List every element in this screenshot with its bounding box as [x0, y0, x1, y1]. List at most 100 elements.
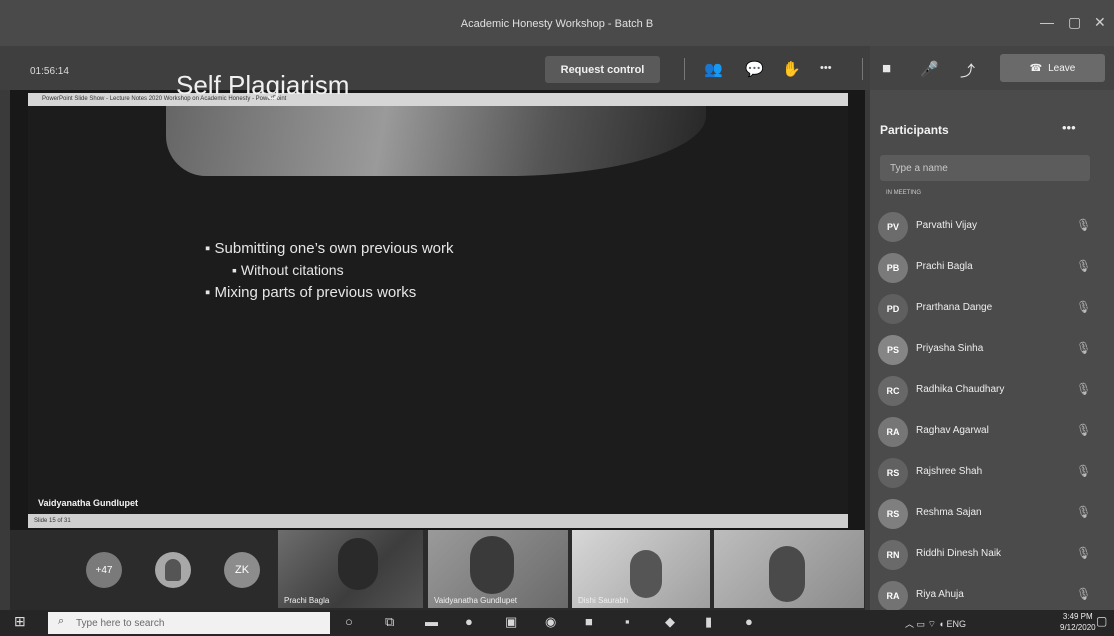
toolbar-divider	[862, 58, 863, 80]
slide	[28, 106, 848, 514]
tray-chevron-icon[interactable]: ︿	[905, 619, 914, 629]
participant-row[interactable]: RA Riya Ahuja 🎙	[878, 579, 1098, 613]
muted-mic-icon: 🎙	[1076, 382, 1092, 396]
participant-avatar: PB	[878, 253, 908, 283]
volume-icon[interactable]: ◖	[939, 619, 944, 629]
participant-row[interactable]: RS Reshma Sajan 🎙	[878, 497, 1098, 531]
participants-icon[interactable]: 👥	[704, 60, 723, 78]
participant-name: Prachi Bagla	[916, 261, 973, 272]
video-tile-name: Prachi Bagla	[284, 596, 330, 605]
slide-decoration	[166, 106, 706, 176]
muted-mic-icon: 🎙	[1076, 587, 1092, 601]
video-tile[interactable]: Prachi Bagla	[278, 530, 423, 608]
system-tray: ︿ ▭ ⌔ ◖ ENG	[905, 617, 966, 630]
leave-button[interactable]: ☎ Leave	[1000, 54, 1105, 82]
mic-icon[interactable]: 🎤	[920, 60, 939, 78]
close-button[interactable]: ✕	[1094, 14, 1106, 31]
participant-avatar: RS	[878, 499, 908, 529]
muted-mic-icon: 🎙	[1076, 218, 1092, 232]
participant-avatar: RA	[878, 581, 908, 611]
video-tile-name: Dishi Saurabh	[578, 596, 629, 605]
participant-name: Parvathi Vijay	[916, 220, 977, 231]
participant-row[interactable]: PB Prachi Bagla 🎙	[878, 251, 1098, 285]
participant-avatar-zk[interactable]: ZK	[224, 552, 260, 588]
participant-search-input[interactable]	[880, 155, 1090, 181]
battery-icon[interactable]: ▭	[917, 619, 926, 629]
teams-icon[interactable]: ◆	[665, 614, 675, 630]
chat-icon[interactable]: 💬	[745, 60, 764, 78]
participant-avatar[interactable]	[155, 552, 191, 588]
participant-avatar: RC	[878, 376, 908, 406]
participant-row[interactable]: PV Parvathi Vijay 🎙	[878, 210, 1098, 244]
search-icon: ⌕	[58, 615, 65, 627]
video-tile[interactable]: Dishi Saurabh	[572, 530, 710, 608]
meeting-toolbar	[0, 46, 870, 90]
muted-mic-icon: 🎙	[1076, 259, 1092, 273]
raise-hand-icon[interactable]: ✋	[782, 60, 801, 78]
minimize-button[interactable]: —	[1040, 14, 1054, 30]
video-tile[interactable]	[714, 530, 864, 608]
edge-browser-icon[interactable]: ●	[465, 614, 473, 629]
video-person	[470, 536, 514, 594]
participant-name: Reshma Sajan	[916, 507, 982, 518]
video-tile-name: Vaidyanatha Gundlupet	[434, 596, 518, 605]
camera-icon[interactable]: ■	[882, 60, 891, 77]
participants-more-icon[interactable]: •••	[1062, 120, 1076, 135]
participant-row[interactable]: RC Radhika Chaudhary 🎙	[878, 374, 1098, 408]
app-icon[interactable]: ●	[745, 614, 753, 629]
notifications-icon[interactable]: ▢	[1096, 614, 1107, 628]
slide-sub-bullet: ▪ Without citations	[232, 262, 344, 278]
network-icon[interactable]: ⌔	[928, 619, 936, 629]
slide-status-bar: Slide 15 of 31	[28, 514, 848, 528]
participant-row[interactable]: RS Rajshree Shah 🎙	[878, 456, 1098, 490]
participant-row[interactable]: RN Riddhi Dinesh Naik 🎙	[878, 538, 1098, 572]
taskbar-clock[interactable]: 3:49 PM 9/12/2020	[1060, 611, 1096, 633]
chrome-icon[interactable]: ◉	[545, 614, 556, 630]
overflow-participants-button[interactable]: +47	[86, 552, 122, 588]
share-screen-icon[interactable]: ⤴	[960, 60, 975, 81]
meeting-timer: 01:56:14	[30, 66, 69, 77]
video-person	[338, 538, 378, 590]
file-explorer-icon[interactable]: ▬	[425, 614, 438, 629]
participants-title: Participants	[880, 123, 949, 137]
mail-icon[interactable]: ■	[585, 614, 593, 629]
clock-date: 9/12/2020	[1060, 623, 1096, 632]
word-icon[interactable]: ▮	[705, 614, 712, 630]
participant-avatar: RN	[878, 540, 908, 570]
participant-row[interactable]: PD Prarthana Dange 🎙	[878, 292, 1098, 326]
participant-avatar: RS	[878, 458, 908, 488]
muted-mic-icon: 🎙	[1076, 546, 1092, 560]
in-meeting-section-label: IN MEETING	[886, 190, 922, 196]
presenter-name: Vaidyanatha Gundlupet	[38, 498, 139, 508]
cortana-icon[interactable]: ○	[345, 614, 353, 629]
video-tile[interactable]: Vaidyanatha Gundlupet	[428, 530, 568, 608]
participant-avatar: PS	[878, 335, 908, 365]
slide-bullet: ▪ Submitting one’s own previous work	[205, 240, 454, 257]
video-person	[769, 546, 805, 602]
window-title: Academic Honesty Workshop - Batch B	[460, 18, 654, 30]
participant-name: Riya Ahuja	[916, 589, 964, 600]
slide-title: Self Plagiarism	[176, 70, 350, 100]
participant-name: Prarthana Dange	[916, 302, 993, 313]
participant-name: Raghav Agarwal	[916, 425, 989, 436]
person-icon	[165, 559, 181, 581]
maximize-button[interactable]: ▢	[1068, 14, 1081, 31]
taskbar-search-input[interactable]	[48, 612, 330, 634]
language-indicator[interactable]: ENG	[947, 619, 967, 629]
more-actions-icon[interactable]: •••	[820, 62, 832, 74]
store-icon[interactable]: ▣	[505, 614, 517, 630]
phone-icon: ☎	[1029, 62, 1043, 74]
participant-name: Riddhi Dinesh Naik	[916, 548, 1002, 559]
calendar-icon[interactable]: ▪	[625, 614, 630, 629]
participant-avatar: PV	[878, 212, 908, 242]
clock-time: 3:49 PM	[1062, 612, 1093, 621]
muted-mic-icon: 🎙	[1076, 423, 1092, 437]
request-control-button[interactable]: Request control	[545, 56, 660, 83]
muted-mic-icon: 🎙	[1076, 505, 1092, 519]
participant-row[interactable]: RA Raghav Agarwal 🎙	[878, 415, 1098, 449]
windows-start-icon[interactable]: ⊞	[14, 613, 26, 630]
toolbar-divider	[684, 58, 685, 80]
participant-row[interactable]: PS Priyasha Sinha 🎙	[878, 333, 1098, 367]
task-view-icon[interactable]: ⧉	[385, 614, 394, 630]
participant-name: Radhika Chaudhary	[916, 384, 1005, 395]
